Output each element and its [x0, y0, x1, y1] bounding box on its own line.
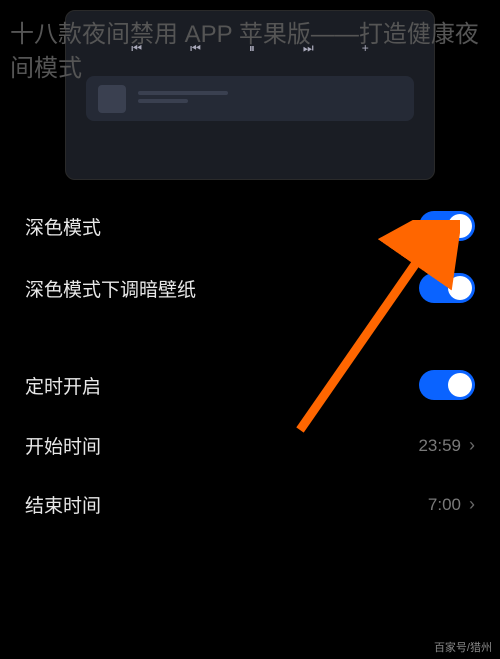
- scheduled-toggle[interactable]: [419, 370, 475, 400]
- dim-wallpaper-label: 深色模式下调暗壁纸: [25, 275, 196, 302]
- toggle-knob: [448, 276, 472, 300]
- scheduled-row: 定时开启: [25, 354, 475, 416]
- settings-list: 深色模式 深色模式下调暗壁纸 定时开启 开始时间 23:59 › 结束时间 7:…: [0, 180, 500, 534]
- chevron-right-icon: ›: [469, 494, 475, 515]
- dim-wallpaper-row: 深色模式下调暗壁纸: [25, 257, 475, 319]
- toggle-knob: [448, 373, 472, 397]
- end-time-label: 结束时间: [25, 491, 101, 518]
- dark-mode-row: 深色模式: [25, 195, 475, 257]
- watermark: 百家号/猎州: [434, 639, 492, 655]
- article-title: 十八款夜间禁用 APP 苹果版——打造健康夜间模式: [0, 10, 500, 93]
- chevron-right-icon: ›: [469, 435, 475, 456]
- toggle-knob: [448, 214, 472, 238]
- end-time-row[interactable]: 结束时间 7:00 ›: [25, 475, 475, 534]
- dark-mode-toggle[interactable]: [419, 211, 475, 241]
- end-time-value: 7:00: [428, 495, 461, 515]
- start-time-label: 开始时间: [25, 432, 101, 459]
- start-time-value: 23:59: [418, 436, 461, 456]
- dark-mode-label: 深色模式: [25, 213, 101, 240]
- start-time-row[interactable]: 开始时间 23:59 ›: [25, 416, 475, 475]
- dim-wallpaper-toggle[interactable]: [419, 273, 475, 303]
- scheduled-label: 定时开启: [25, 372, 101, 399]
